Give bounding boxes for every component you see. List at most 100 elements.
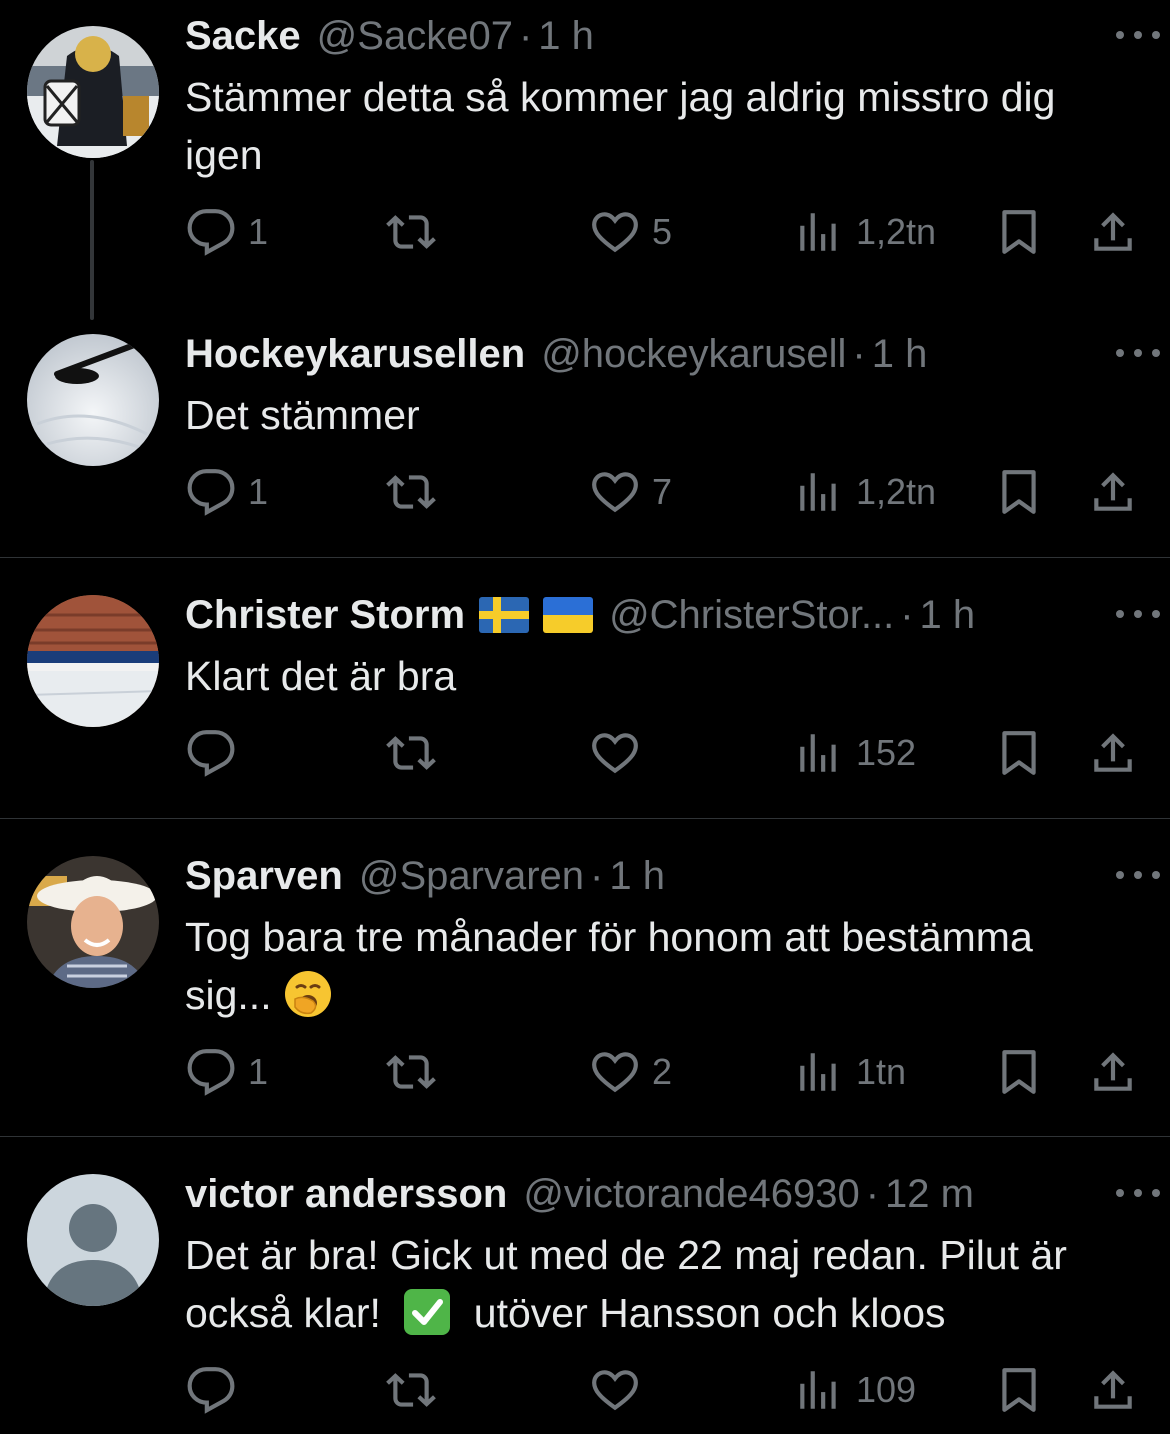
bookmark-icon <box>1002 470 1036 514</box>
retweet-icon <box>386 215 436 249</box>
avatar[interactable] <box>27 1174 159 1306</box>
tweet[interactable]: Sacke @Sacke07 · 1 h Stämmer detta så ko… <box>0 6 1170 266</box>
share-button[interactable] <box>1088 462 1138 522</box>
views-button[interactable]: 1,2tn <box>794 462 936 522</box>
like-count: 7 <box>652 471 673 512</box>
more-options-icon[interactable] <box>1116 1178 1160 1208</box>
tweet[interactable]: Hockeykarusellen @hockeykarusell · 1 h D… <box>0 324 1170 554</box>
separator-dot: · <box>865 1171 880 1216</box>
tweet-text: Det stämmer <box>185 386 1145 444</box>
user-handle[interactable]: @victorande46930 <box>523 1172 859 1217</box>
tweet-text-line: Stämmer detta så kommer jag aldrig misst… <box>185 74 1056 120</box>
heart-icon <box>592 472 638 513</box>
views-chart-icon <box>800 734 836 772</box>
tweet-text-line-wrap: också klar! utöver Hansson och kloos <box>185 1284 1145 1342</box>
like-button[interactable]: 7 <box>590 462 672 522</box>
tweet-divider <box>0 818 1170 819</box>
share-icon <box>1094 733 1132 772</box>
tweet-text-line: utöver Hansson och kloos <box>473 1290 946 1336</box>
share-button[interactable] <box>1088 723 1138 783</box>
user-handle[interactable]: @hockeykarusell <box>541 332 846 377</box>
retweet-icon <box>386 1373 436 1407</box>
views-chart-icon <box>800 1053 836 1091</box>
heart-icon <box>592 212 638 253</box>
tweet-text-line: igen <box>185 132 263 178</box>
tweet[interactable]: victor andersson @victorande46930 · 12 m… <box>0 1164 1170 1434</box>
user-handle[interactable]: @ChristerStor... <box>609 593 894 638</box>
view-count: 1,2tn <box>856 471 937 512</box>
share-button[interactable] <box>1088 202 1138 262</box>
reply-icon <box>187 469 235 516</box>
tweet-header: Christer Storm @ChristerStor... · 1 h <box>185 585 1140 645</box>
retweet-button[interactable] <box>386 462 436 522</box>
retweet-button[interactable] <box>386 723 436 783</box>
tweet-actions: 1 2 1tn <box>0 1042 1170 1102</box>
timestamp[interactable]: 1 h <box>609 854 665 899</box>
reply-icon <box>187 1367 235 1414</box>
user-handle[interactable]: @Sparvaren <box>359 854 584 899</box>
separator-dot: · <box>590 853 604 898</box>
more-options-icon[interactable] <box>1116 20 1160 50</box>
more-options-icon[interactable] <box>1116 860 1160 890</box>
reply-button[interactable] <box>186 723 248 783</box>
reply-button[interactable]: 1 <box>186 202 268 262</box>
tweet-text-line: Klart det är bra <box>185 653 457 699</box>
display-name[interactable]: Christer Storm <box>185 593 465 638</box>
display-name[interactable]: Sacke <box>185 14 301 59</box>
view-count: 1tn <box>856 1051 907 1092</box>
user-handle[interactable]: @Sacke07 <box>317 14 513 59</box>
like-button[interactable]: 2 <box>590 1042 672 1102</box>
tweet-text: Stämmer detta så kommer jag aldrig misst… <box>185 68 1145 184</box>
bookmark-icon <box>1002 1368 1036 1412</box>
avatar[interactable] <box>27 334 159 466</box>
tweet-text-line: Det stämmer <box>185 392 420 438</box>
more-options-icon[interactable] <box>1116 338 1160 368</box>
share-button[interactable] <box>1088 1042 1138 1102</box>
tweet-actions: 1 7 1,2tn <box>0 462 1170 522</box>
timestamp[interactable]: 1 h <box>872 332 928 377</box>
separator-dot: · <box>900 592 914 637</box>
views-button[interactable]: 1,2tn <box>794 202 936 262</box>
bookmark-button[interactable] <box>994 462 1044 522</box>
tweet[interactable]: Sparven @Sparvaren · 1 h Tog bara tre må… <box>0 846 1170 1136</box>
retweet-button[interactable] <box>386 1360 436 1420</box>
views-button[interactable]: 152 <box>794 723 916 783</box>
separator-dot: · <box>518 13 533 58</box>
tweet-text-line: sig... <box>185 972 272 1018</box>
like-button[interactable] <box>590 723 652 783</box>
reply-icon <box>187 730 235 777</box>
avatar[interactable] <box>27 595 159 727</box>
reply-button[interactable] <box>186 1360 248 1420</box>
like-button[interactable]: 5 <box>590 202 672 262</box>
tweet-header: Sacke @Sacke07 · 1 h <box>185 6 1140 66</box>
bookmark-button[interactable] <box>994 1360 1044 1420</box>
reply-count: 1 <box>248 471 269 512</box>
retweet-button[interactable] <box>386 1042 436 1102</box>
reply-button[interactable]: 1 <box>186 1042 268 1102</box>
bookmark-button[interactable] <box>994 723 1044 783</box>
display-name[interactable]: Hockeykarusellen <box>185 332 525 377</box>
timestamp[interactable]: 1 h <box>538 14 594 59</box>
retweet-button[interactable] <box>386 202 436 262</box>
reply-button[interactable]: 1 <box>186 462 268 522</box>
display-name[interactable]: Sparven <box>185 854 343 899</box>
tweet[interactable]: Christer Storm @ChristerStor... · 1 h Kl… <box>0 585 1170 815</box>
views-button[interactable]: 109 <box>794 1360 916 1420</box>
tweet-header: Hockeykarusellen @hockeykarusell · 1 h <box>185 324 1140 384</box>
like-button[interactable] <box>590 1360 652 1420</box>
avatar[interactable] <box>27 856 159 988</box>
timestamp[interactable]: 12 m <box>885 1172 974 1217</box>
bookmark-button[interactable] <box>994 202 1044 262</box>
view-count: 109 <box>856 1369 917 1410</box>
display-name[interactable]: victor andersson <box>185 1172 507 1217</box>
view-count: 152 <box>856 732 917 773</box>
views-button[interactable]: 1tn <box>794 1042 906 1102</box>
share-icon <box>1094 1052 1132 1091</box>
bookmark-button[interactable] <box>994 1042 1044 1102</box>
share-button[interactable] <box>1088 1360 1138 1420</box>
avatar[interactable] <box>27 26 159 158</box>
more-options-icon[interactable] <box>1116 599 1160 629</box>
timestamp[interactable]: 1 h <box>920 593 976 638</box>
retweet-icon <box>386 475 436 509</box>
share-icon <box>1094 472 1132 511</box>
